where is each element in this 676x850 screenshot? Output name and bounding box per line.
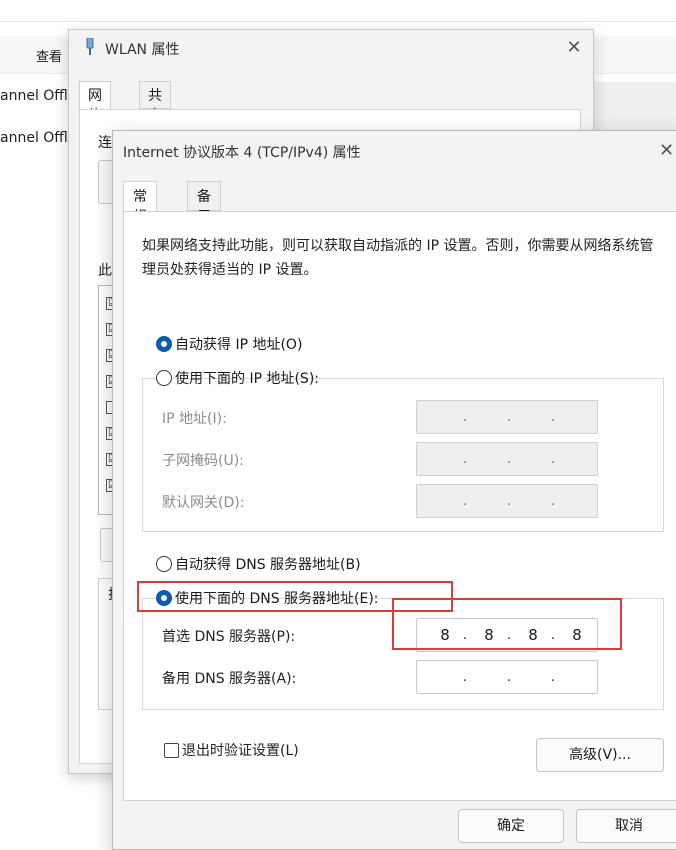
subnet-mask-label: 子网掩码(U): xyxy=(162,453,244,469)
alternate-dns-label: 备用 DNS 服务器(A): xyxy=(162,671,297,687)
advanced-button[interactable]: 高级(V)... xyxy=(536,738,664,772)
alternate-dns-octet xyxy=(473,661,505,693)
tab-alternate-config[interactable]: 备用配置 xyxy=(187,181,221,265)
ip-address-label: IP 地址(I): xyxy=(162,411,227,427)
background-list-item[interactable]: annel Offl xyxy=(0,130,68,146)
radio-auto-dns-label: 自动获得 DNS 服务器地址(B) xyxy=(175,557,361,573)
subnet-mask-field[interactable]: ... xyxy=(416,442,598,476)
alternate-dns-octet xyxy=(517,661,549,693)
connect-using-label: 连 xyxy=(98,135,112,151)
general-tab-panel: 如果网络支持此功能，则可以获取自动指派的 IP 设置。否则，你需要从网络系统管理… xyxy=(123,211,676,801)
radio-manual-ip-indicator[interactable] xyxy=(156,370,172,386)
validate-on-exit-checkbox[interactable] xyxy=(164,743,179,758)
ok-button[interactable]: 确定 xyxy=(458,809,564,843)
wlan-dialog-title: WLAN 属性 xyxy=(105,42,180,58)
network-adapter-icon xyxy=(86,38,94,55)
preferred-dns-label: 首选 DNS 服务器(P): xyxy=(162,629,296,645)
close-icon[interactable]: ✕ xyxy=(659,140,674,161)
tab-sharing[interactable]: 共享 xyxy=(139,81,171,124)
description-text: 如果网络支持此功能，则可以获取自动指派的 IP 设置。否则，你需要从网络系统管理… xyxy=(142,238,654,278)
alternate-dns-octet xyxy=(561,661,593,693)
ip-address-field[interactable]: ... xyxy=(416,400,598,434)
radio-auto-ip-label: 自动获得 IP 地址(O) xyxy=(175,337,303,353)
highlight-box-preferred-dns xyxy=(392,598,622,650)
background-title-bar xyxy=(0,0,676,22)
alternate-dns-field[interactable]: . . . xyxy=(416,660,598,694)
radio-manual-ip-label: 使用下面的 IP 地址(S): xyxy=(175,371,319,387)
ipv4-dialog-title: Internet 协议版本 4 (TCP/IPv4) 属性 xyxy=(123,145,361,161)
radio-auto-ip-indicator[interactable] xyxy=(156,336,172,352)
validate-on-exit-label: 退出时验证设置(L) xyxy=(182,743,299,759)
ipv4-properties-dialog: Internet 协议版本 4 (TCP/IPv4) 属性 ✕ 常规 备用配置 … xyxy=(112,130,676,850)
radio-auto-dns-indicator[interactable] xyxy=(156,556,172,572)
background-list-item[interactable]: annel Offl xyxy=(0,88,68,104)
tab-general[interactable]: 常规 xyxy=(123,181,157,225)
cancel-button[interactable]: 取消 xyxy=(576,809,676,843)
background-view-menu[interactable]: 查看 xyxy=(36,46,62,65)
items-label: 此 xyxy=(98,263,112,279)
default-gateway-label: 默认网关(D): xyxy=(162,495,245,511)
alternate-dns-octet xyxy=(429,661,461,693)
default-gateway-field[interactable]: ... xyxy=(416,484,598,518)
close-icon[interactable]: ✕ xyxy=(563,38,585,60)
tab-network[interactable]: 网络 xyxy=(79,81,111,124)
